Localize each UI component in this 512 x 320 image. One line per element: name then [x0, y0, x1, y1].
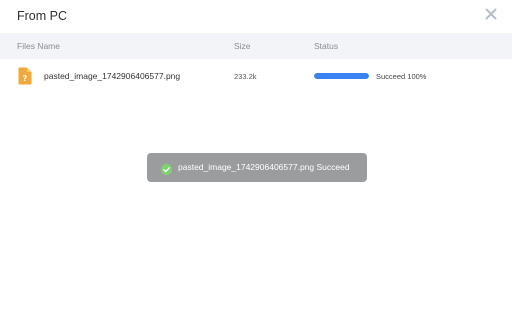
upload-progress-fill	[314, 73, 369, 79]
column-header-status: Status	[314, 41, 339, 51]
upload-progress-bar	[314, 73, 369, 79]
file-table-header: Files Name Size Status	[0, 33, 512, 59]
svg-text:?: ?	[23, 74, 28, 83]
file-row: ? pasted_image_1742906406577.png 233.2k …	[0, 60, 512, 90]
file-size: 233.2k	[234, 72, 257, 81]
file-name: pasted_image_1742906406577.png	[44, 71, 181, 81]
close-icon	[485, 8, 497, 20]
dialog-title: From PC	[17, 9, 67, 23]
toast-message: pasted_image_1742906406577.png Succeed	[178, 162, 350, 172]
upload-status-text: Succeed 100%	[376, 72, 427, 81]
check-circle-icon	[161, 162, 172, 175]
file-icon: ?	[18, 67, 32, 85]
column-header-size: Size	[234, 41, 251, 51]
column-header-name: Files Name	[17, 41, 60, 51]
dialog-header: From PC	[0, 0, 512, 33]
close-button[interactable]	[483, 6, 499, 22]
success-toast: pasted_image_1742906406577.png Succeed	[147, 153, 367, 182]
upload-dialog: From PC Files Name Size Status ? pasted_…	[0, 0, 512, 320]
